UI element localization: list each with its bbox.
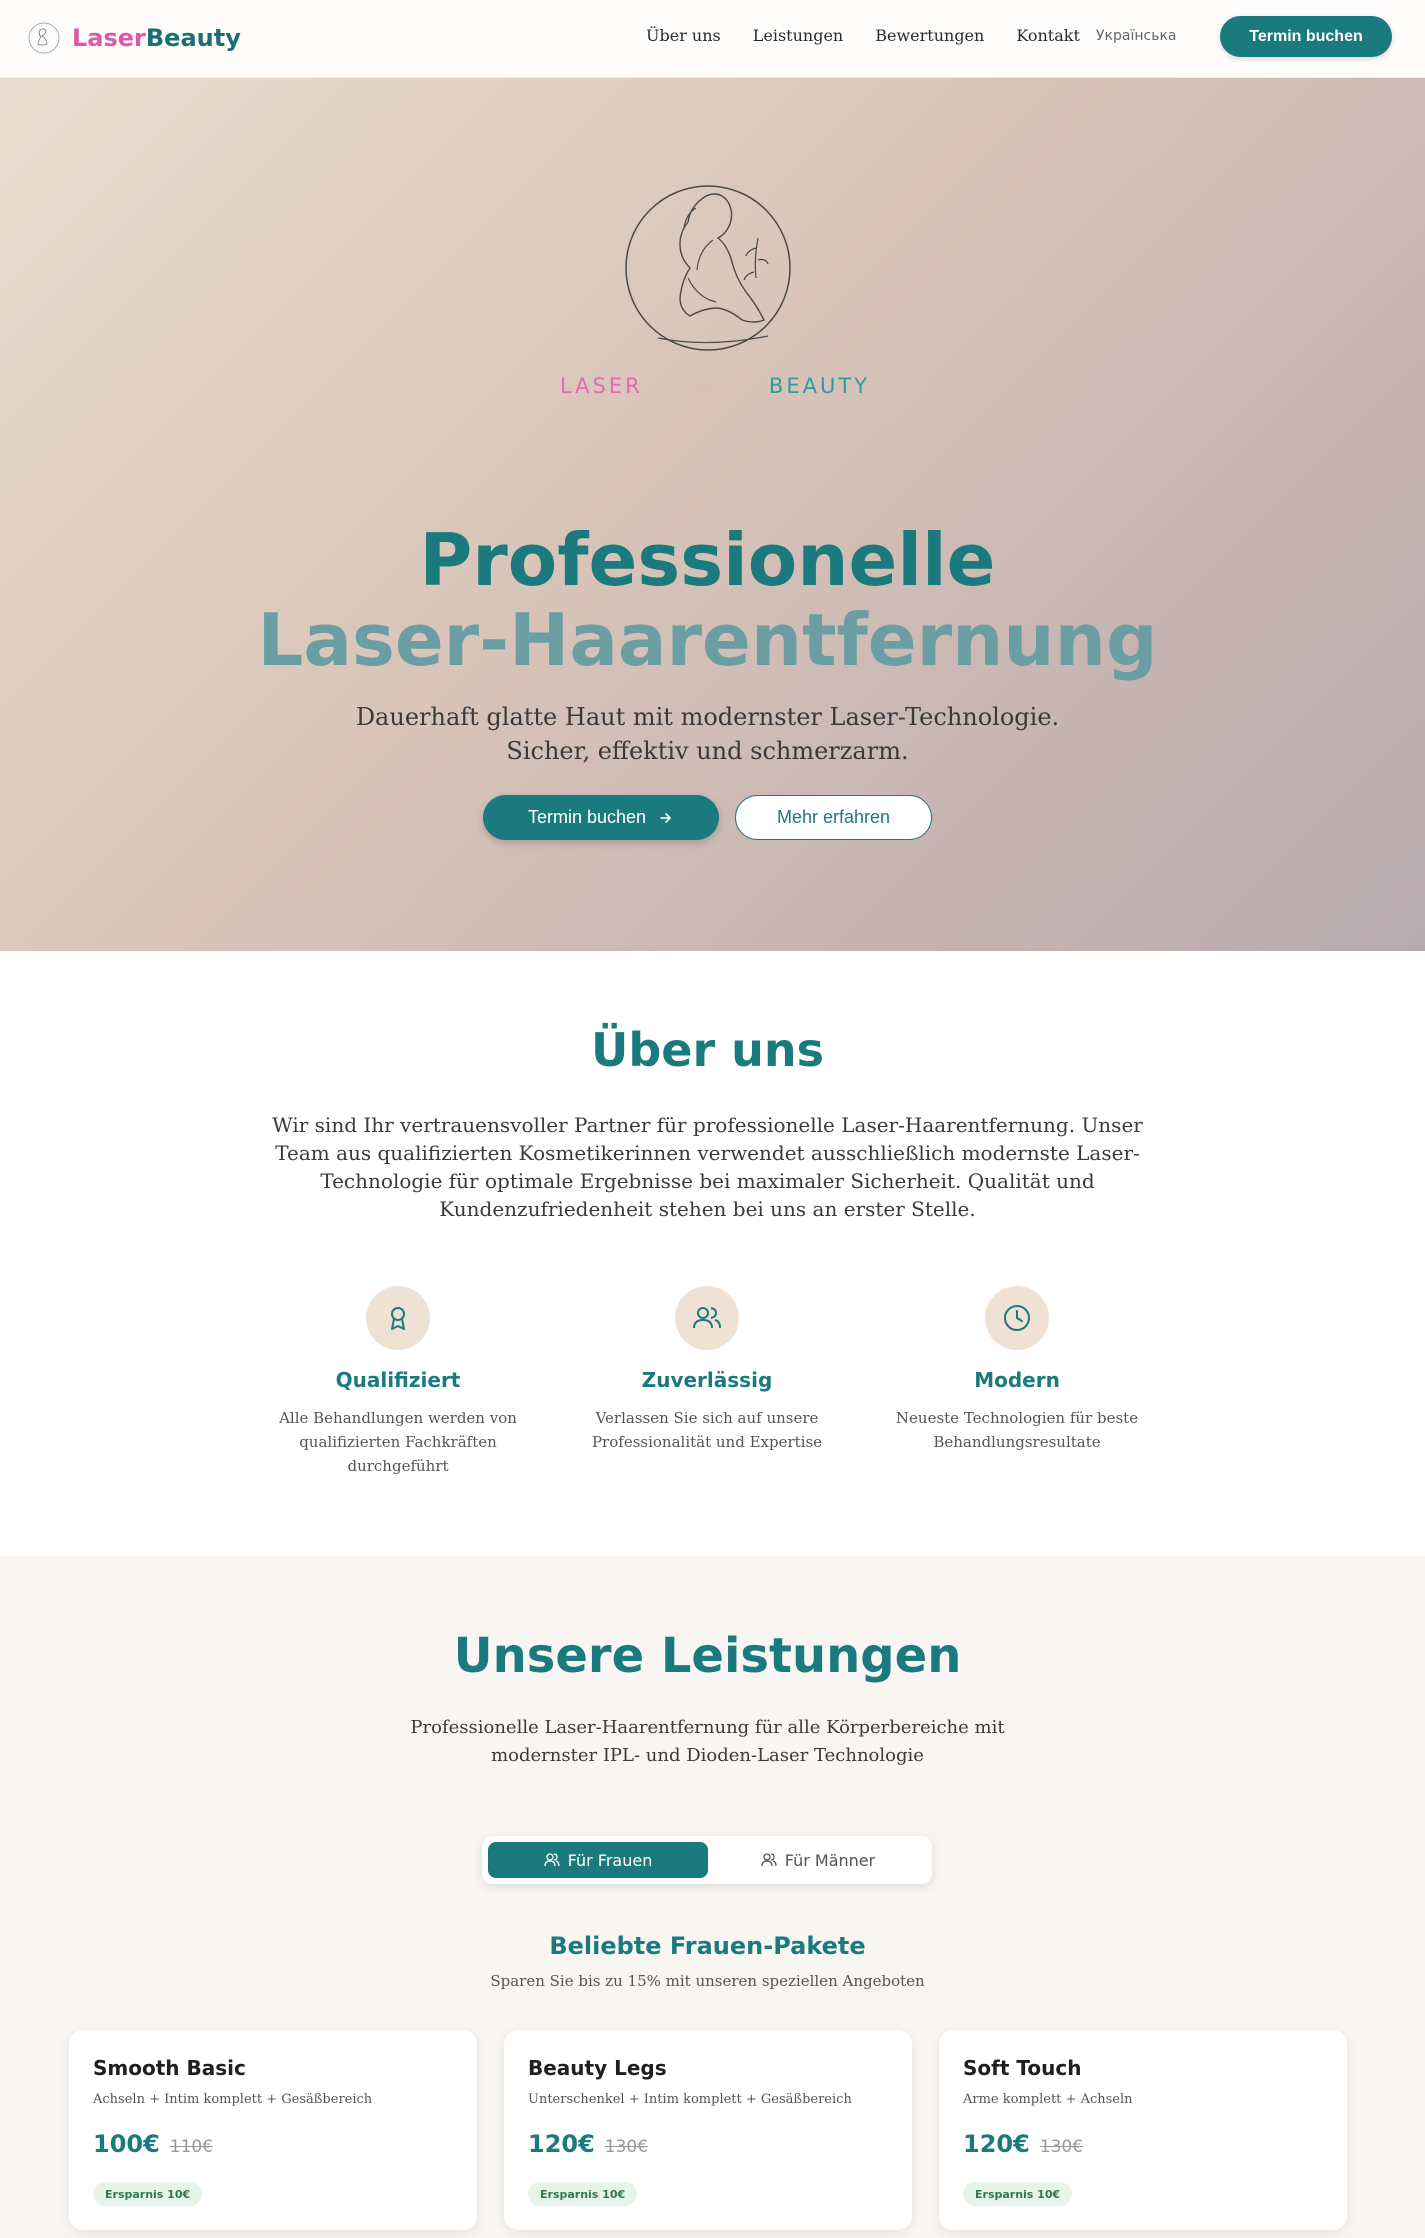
about-text: Wir sind Ihr vertrauensvoller Partner fü… bbox=[272, 1113, 1143, 1221]
site-header: LaserBeauty Über uns Leistungen Bewertun… bbox=[0, 0, 1425, 78]
logo-word-laser: LASER bbox=[560, 374, 643, 398]
services-title: Unsere Leistungen bbox=[453, 1628, 962, 1684]
package-name: Soft Touch bbox=[963, 2056, 1082, 2080]
hero-logo-illustration bbox=[625, 185, 791, 351]
about-section: Über uns Wir sind Ihr vertrauensvoller P… bbox=[0, 951, 1425, 1556]
package-price-old: 110€ bbox=[169, 2137, 214, 2157]
users-icon bbox=[675, 1286, 739, 1350]
feature-title: Zuverlässig bbox=[641, 1368, 773, 1392]
arrow-right-icon bbox=[660, 812, 671, 823]
nav-link-services[interactable]: Leistungen bbox=[753, 26, 843, 45]
tab-women-label: Für Frauen bbox=[567, 1850, 653, 1870]
package-card[interactable]: Beauty Legs Unterschenkel + Intim komple… bbox=[504, 2030, 912, 2230]
package-card[interactable]: Soft Touch Arme komplett + Achseln 120€ … bbox=[939, 2030, 1347, 2230]
brand-logo-icon bbox=[28, 22, 60, 54]
packages-title: Beliebte Frauen-Pakete bbox=[549, 1932, 866, 1960]
package-description: Achseln + Intim komplett + Gesäßbereich bbox=[93, 2092, 373, 2107]
tab-men-label: Für Männer bbox=[784, 1850, 876, 1870]
tab-men[interactable]: Für Männer bbox=[710, 1842, 926, 1878]
package-price: 100€ 110€ bbox=[93, 2130, 213, 2158]
package-price-now: 100€ bbox=[93, 2130, 160, 2158]
hero-book-button-label: Termin buchen bbox=[527, 807, 647, 827]
feature-description: Neueste Technologien für beste Behandlun… bbox=[895, 1409, 1139, 1451]
package-price-old: 130€ bbox=[1039, 2137, 1084, 2157]
services-subtitle: Professionelle Laser-Haarentfernung für … bbox=[410, 1717, 1005, 1766]
feature-title: Qualifiziert bbox=[335, 1368, 461, 1392]
clock-icon bbox=[985, 1286, 1049, 1350]
package-price: 120€ 130€ bbox=[963, 2130, 1083, 2158]
users-icon bbox=[544, 1853, 560, 1867]
hero-book-button[interactable]: Termin buchen bbox=[483, 795, 719, 840]
feature-reliable: Zuverlässig Verlassen Sie sich auf unser… bbox=[577, 1286, 837, 1454]
package-price-now: 120€ bbox=[528, 2130, 595, 2158]
savings-badge: Ersparnis 10€ bbox=[93, 2182, 203, 2206]
header-book-button[interactable]: Termin buchen bbox=[1220, 16, 1392, 57]
hero-title-line2: Laser-Haarentfernung bbox=[257, 598, 1158, 682]
logo-word-beauty: BEAUTY bbox=[768, 374, 870, 398]
hero-section: LASER ● BEAUTY Professionelle Laser-Haar… bbox=[0, 78, 1425, 995]
brand[interactable]: LaserBeauty bbox=[26, 20, 241, 56]
package-price-old: 130€ bbox=[604, 2137, 649, 2157]
main-nav: Über uns Leistungen Bewertungen Kontakt bbox=[646, 26, 1080, 45]
hero-subtitle-line1: Dauerhaft glatte Haut mit modernster Las… bbox=[355, 703, 1060, 731]
package-description: Unterschenkel + Intim komplett + Gesäßbe… bbox=[528, 2092, 852, 2107]
feature-qualified: Qualifiziert Alle Behandlungen werden vo… bbox=[268, 1286, 528, 1478]
package-price: 120€ 130€ bbox=[528, 2130, 648, 2158]
package-price-now: 120€ bbox=[963, 2130, 1030, 2158]
brand-name-part1: Laser bbox=[72, 24, 146, 52]
hero-logo-wordmark: LASER ● BEAUTY bbox=[560, 374, 870, 398]
nav-link-contact[interactable]: Kontakt bbox=[1016, 26, 1080, 45]
award-icon bbox=[366, 1286, 430, 1350]
package-description: Arme komplett + Achseln bbox=[963, 2092, 1133, 2107]
hero-learn-more-button[interactable]: Mehr erfahren bbox=[735, 795, 932, 840]
package-name: Smooth Basic bbox=[93, 2056, 246, 2080]
savings-badge: Ersparnis 10€ bbox=[963, 2182, 1073, 2206]
feature-description: Alle Behandlungen werden von qualifizier… bbox=[279, 1409, 517, 1475]
package-name: Beauty Legs bbox=[528, 2056, 667, 2080]
hero-title-line1: Professionelle bbox=[419, 518, 996, 602]
hero-subtitle: Dauerhaft glatte Haut mit modernster Las… bbox=[0, 700, 1415, 768]
gender-tabs: Für Frauen Für Männer bbox=[482, 1836, 932, 1884]
users-icon bbox=[761, 1853, 777, 1867]
feature-modern: Modern Neueste Technologien für beste Be… bbox=[887, 1286, 1147, 1454]
savings-badge: Ersparnis 10€ bbox=[528, 2182, 638, 2206]
feature-description: Verlassen Sie sich auf unsere Profession… bbox=[591, 1409, 823, 1451]
packages-subtitle: Sparen Sie bis zu 15% mit unseren spezie… bbox=[490, 1972, 925, 1990]
services-section: Unsere Leistungen Professionelle Laser-H… bbox=[0, 1556, 1425, 2238]
package-card[interactable]: Smooth Basic Achseln + Intim komplett + … bbox=[69, 2030, 477, 2230]
about-title: Über uns bbox=[590, 1023, 825, 1077]
brand-name-part2: Beauty bbox=[145, 24, 241, 52]
tab-women[interactable]: Für Frauen bbox=[488, 1842, 708, 1878]
logo-separator-dot-icon: ● bbox=[695, 374, 717, 398]
nav-link-about[interactable]: Über uns bbox=[646, 26, 721, 45]
feature-title: Modern bbox=[974, 1368, 1060, 1392]
hero-subtitle-line2: Sicher, effektiv und schmerzarm. bbox=[506, 737, 909, 765]
nav-link-reviews[interactable]: Bewertungen bbox=[875, 26, 984, 45]
language-switch[interactable]: Українська bbox=[1096, 28, 1176, 44]
